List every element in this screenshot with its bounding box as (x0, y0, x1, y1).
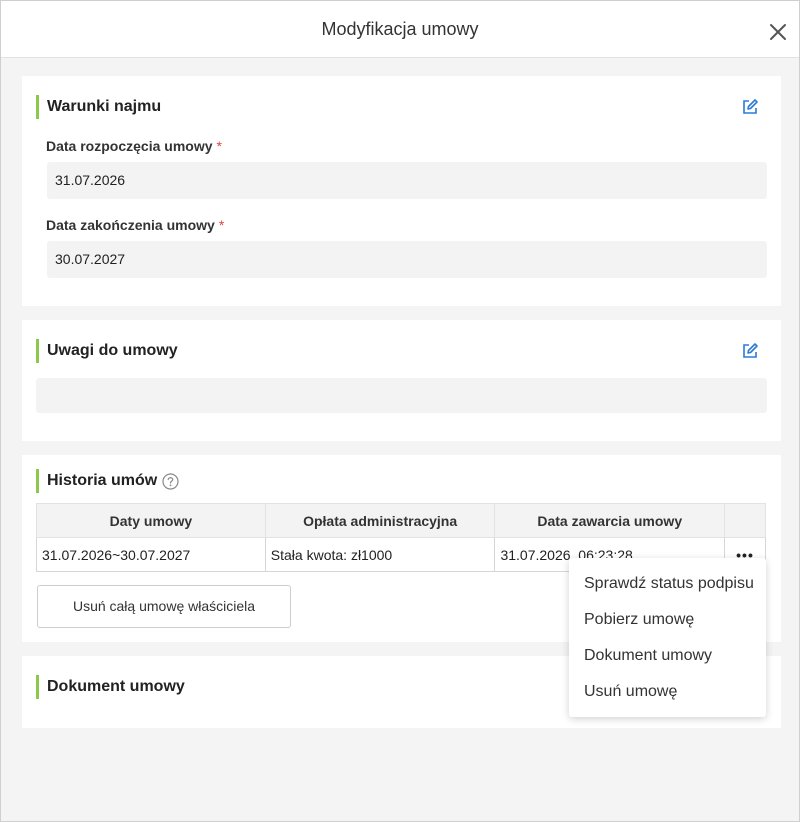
menu-item-contract-document[interactable]: Dokument umowy (569, 638, 766, 674)
cell-admin-fee: Stała kwota: zł1000 (264, 537, 496, 572)
document-title: Dokument umowy (47, 678, 185, 695)
lease-terms-card: Warunki najmu Data rozpoczęcia umowy * 31… (22, 76, 781, 306)
end-date-label-text: Data zakończenia umowy (46, 217, 215, 233)
help-icon[interactable] (162, 472, 179, 490)
col-actions (724, 503, 766, 538)
notes-card: Uwagi do umowy (22, 320, 781, 441)
history-title: Historia umów (47, 472, 158, 489)
lease-terms-title: Warunki najmu (47, 98, 162, 115)
modal-header: Modyfikacja umowy (1, 1, 799, 58)
end-date-label: Data zakończenia umowy * (46, 217, 224, 233)
document-heading: Dokument umowy (36, 675, 185, 699)
close-icon[interactable] (767, 21, 789, 43)
menu-item-check-signature-status[interactable]: Sprawdź status podpisu (569, 566, 766, 602)
cell-contract-dates: 31.07.2026~30.07.2027 (36, 537, 266, 572)
start-date-field[interactable]: 31.07.2026 (47, 162, 767, 199)
modify-contract-modal: Modyfikacja umowy Warunki najmu Data roz… (0, 0, 800, 822)
menu-item-delete-contract[interactable]: Usuń umowę (569, 674, 766, 710)
required-marker: * (216, 138, 222, 154)
delete-all-contracts-button[interactable]: Usuń całą umowę właściciela (37, 585, 291, 628)
col-admin-fee: Opłata administracyjna (264, 503, 496, 538)
lease-terms-heading: Warunki najmu (36, 95, 161, 119)
modal-title: Modyfikacja umowy (321, 19, 479, 39)
notes-title: Uwagi do umowy (47, 342, 178, 359)
row-actions-menu: Sprawdź status podpisu Pobierz umowę Dok… (569, 558, 766, 717)
start-date-label-text: Data rozpoczęcia umowy (46, 138, 213, 154)
notes-heading: Uwagi do umowy (36, 339, 178, 363)
col-contract-dates: Daty umowy (36, 503, 266, 538)
col-signing-date: Data zawarcia umowy (494, 503, 726, 538)
edit-lease-terms-icon[interactable] (741, 98, 759, 116)
end-date-field[interactable]: 30.07.2027 (47, 241, 767, 278)
menu-item-download-contract[interactable]: Pobierz umowę (569, 602, 766, 638)
notes-field[interactable] (36, 378, 767, 413)
history-heading: Historia umów (36, 469, 179, 493)
table-header-row: Daty umowy Opłata administracyjna Data z… (36, 503, 766, 538)
required-marker: * (218, 217, 225, 233)
start-date-label: Data rozpoczęcia umowy * (46, 138, 222, 154)
edit-notes-icon[interactable] (741, 342, 759, 360)
